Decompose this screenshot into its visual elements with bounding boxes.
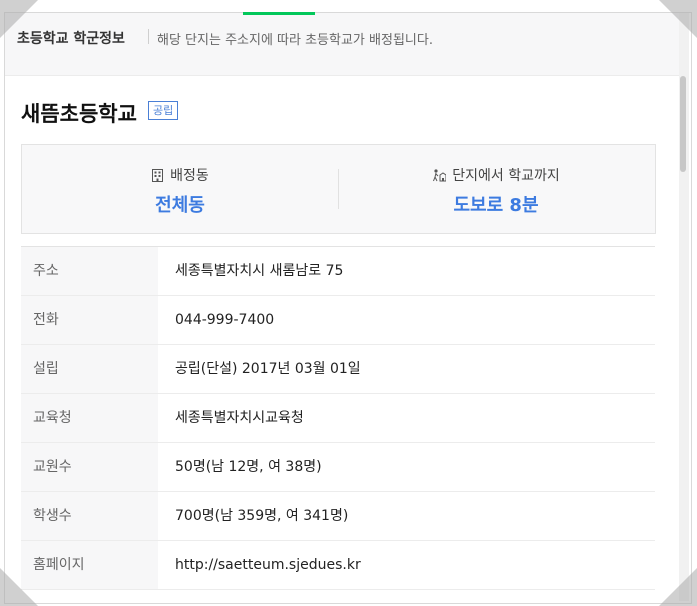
row-label: 설립 <box>21 345 158 393</box>
row-value: 공립(단설) 2017년 03월 01일 <box>175 361 361 377</box>
corner-decoration <box>659 0 697 38</box>
school-type-badge: 공립 <box>148 101 179 120</box>
row-value: 700명(남 359명, 여 341명) <box>175 508 349 524</box>
row-label: 교원수 <box>21 443 158 491</box>
table-row: 학생수 700명(남 359명, 여 341명) <box>21 492 655 541</box>
distance-value: 도보로 8분 <box>453 195 539 216</box>
table-row: 홈페이지 http://saetteum.sjedues.kr <box>21 541 655 590</box>
row-value: 50명(남 12명, 여 38명) <box>175 459 322 475</box>
table-row: 교육청 세종특별자치시교육청 <box>21 394 655 443</box>
assigned-area-label-row: 배정동 <box>22 165 338 186</box>
homepage-link[interactable]: http://saetteum.sjedues.kr <box>175 541 361 589</box>
corner-decoration <box>0 568 38 606</box>
corner-decoration <box>659 568 697 606</box>
table-row: 교원수 50명(남 12명, 여 38명) <box>21 443 655 492</box>
building-icon <box>151 169 164 186</box>
active-tab-indicator <box>243 12 315 15</box>
summary-box: 배정동 전체동 단지에서 학교까지 도보로 8분 <box>21 144 656 234</box>
walking-school-icon <box>432 169 447 186</box>
distance-label-row: 단지에서 학교까지 <box>338 165 654 186</box>
row-value: 044-999-7400 <box>175 312 275 328</box>
table-row: 설립 공립(단설) 2017년 03월 01일 <box>21 345 655 394</box>
distance-label: 단지에서 학교까지 <box>452 168 560 184</box>
row-label: 학생수 <box>21 492 158 540</box>
table-row: 주소 세종특별자치시 새롬남로 75 <box>21 247 655 296</box>
row-label: 홈페이지 <box>21 541 158 589</box>
assigned-area-value: 전체동 <box>155 195 205 216</box>
assigned-area-summary: 배정동 전체동 <box>22 145 338 233</box>
row-value: 세종특별자치시교육청 <box>175 410 304 426</box>
assigned-area-label: 배정동 <box>170 168 209 184</box>
scrollbar-thumb[interactable] <box>680 76 686 172</box>
school-name: 새뜸초등학교 <box>21 102 137 126</box>
row-label: 교육청 <box>21 394 158 442</box>
distance-summary: 단지에서 학교까지 도보로 8분 <box>338 145 654 233</box>
row-label: 전화 <box>21 296 158 344</box>
school-details-table: 주소 세종특별자치시 새롬남로 75 전화 044-999-7400 설립 공립… <box>21 246 655 590</box>
row-label: 주소 <box>21 247 158 295</box>
header-divider <box>148 29 149 44</box>
table-row: 전화 044-999-7400 <box>21 296 655 345</box>
section-description: 해당 단지는 주소지에 따라 초등학교가 배정됩니다. <box>157 33 433 48</box>
corner-decoration <box>0 0 38 38</box>
row-value: 세종특별자치시 새롬남로 75 <box>175 263 344 279</box>
